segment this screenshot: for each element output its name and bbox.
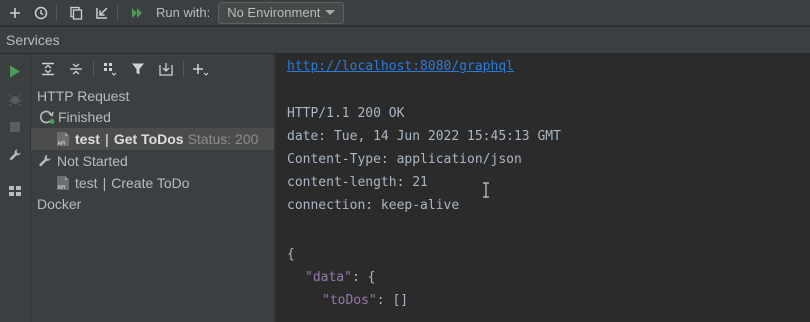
services-tree-panel: HTTP Request Finished API test | Get ToD…: [31, 54, 274, 322]
wrench-icon: [39, 155, 51, 167]
tree-item-create-todo[interactable]: API test | Create ToDo: [56, 172, 190, 194]
refresh-check-icon: [39, 110, 55, 124]
debug-icon[interactable]: [6, 90, 24, 108]
new-tab-icon[interactable]: [155, 58, 177, 80]
run-all-icon[interactable]: [126, 2, 148, 24]
collapse-all-icon[interactable]: [65, 58, 87, 80]
toolbar-separator: [183, 61, 184, 77]
tree-node-docker[interactable]: Docker: [37, 193, 81, 215]
tree-node-label: HTTP Request: [37, 88, 130, 104]
tree-item-get-todos[interactable]: API test | Get ToDos Status: 200: [31, 128, 274, 150]
text-cursor-icon: [482, 182, 490, 198]
services-header: Services: [0, 27, 810, 53]
tree-node-label: Docker: [37, 196, 82, 212]
content-type-header: Content-Type: application/json: [287, 152, 522, 167]
tree-toolbar: [31, 54, 274, 84]
chevron-down-icon: [325, 10, 336, 15]
item-separator: |: [104, 131, 109, 147]
stop-icon[interactable]: [6, 118, 24, 136]
http-file-icon: API: [56, 175, 70, 191]
content-length-header: content-length: 21: [287, 175, 428, 190]
services-title: Services: [6, 32, 60, 48]
toolbar-separator: [56, 4, 57, 21]
toolbar-separator: [93, 61, 94, 77]
environment-value: No Environment: [227, 5, 321, 20]
svg-text:API: API: [58, 141, 66, 147]
top-toolbar: Run with: No Environment: [0, 0, 810, 26]
environment-select[interactable]: No Environment: [218, 1, 345, 24]
item-env: test: [75, 175, 98, 191]
item-name: Get ToDos: [113, 131, 184, 147]
json-todos-line: "toDos": []: [322, 291, 408, 311]
group-icon[interactable]: [99, 58, 121, 80]
item-env: test: [75, 131, 100, 147]
item-separator: |: [102, 175, 107, 191]
services-side-toolbar: [0, 54, 31, 322]
tree-node-http-request[interactable]: HTTP Request: [37, 85, 129, 107]
wrench-icon[interactable]: [6, 146, 24, 164]
json-open-brace: {: [287, 247, 295, 262]
tree-node-finished[interactable]: Finished: [39, 106, 111, 128]
run-with-label: Run with:: [156, 5, 211, 20]
expand-all-icon[interactable]: [37, 58, 59, 80]
import-icon[interactable]: [91, 2, 113, 24]
date-header: date: Tue, 14 Jun 2022 15:45:13 GMT: [287, 129, 561, 144]
http-file-icon: API: [56, 131, 70, 147]
tree-node-label: Not Started: [57, 153, 128, 169]
add-service-icon[interactable]: [189, 58, 211, 80]
layout-icon[interactable]: [6, 182, 24, 200]
response-viewer[interactable]: http://localhost:8080/graphql HTTP/1.1 2…: [276, 54, 810, 322]
history-icon[interactable]: [30, 2, 52, 24]
item-name: Create ToDo: [111, 175, 190, 191]
status-line: HTTP/1.1 200 OK: [287, 106, 405, 121]
json-data-line: "data": {: [305, 268, 375, 288]
connection-header: connection: keep-alive: [287, 198, 460, 213]
run-icon[interactable]: [6, 62, 24, 80]
tree-node-label: Finished: [58, 109, 111, 125]
add-icon[interactable]: [4, 2, 26, 24]
filter-icon[interactable]: [127, 58, 149, 80]
json-data-colon: : {: [351, 270, 376, 285]
toolbar-separator: [117, 4, 118, 21]
status-badge: Status: 200: [187, 131, 259, 147]
request-url-link[interactable]: http://localhost:8080/graphql: [287, 59, 514, 74]
json-todos-value: : []: [376, 293, 409, 308]
tree-node-not-started[interactable]: Not Started: [37, 150, 128, 172]
svg-text:API: API: [58, 185, 66, 191]
json-key-data: "data": [305, 270, 352, 285]
json-key-todos: "toDos": [322, 293, 377, 308]
copy-icon[interactable]: [65, 2, 87, 24]
